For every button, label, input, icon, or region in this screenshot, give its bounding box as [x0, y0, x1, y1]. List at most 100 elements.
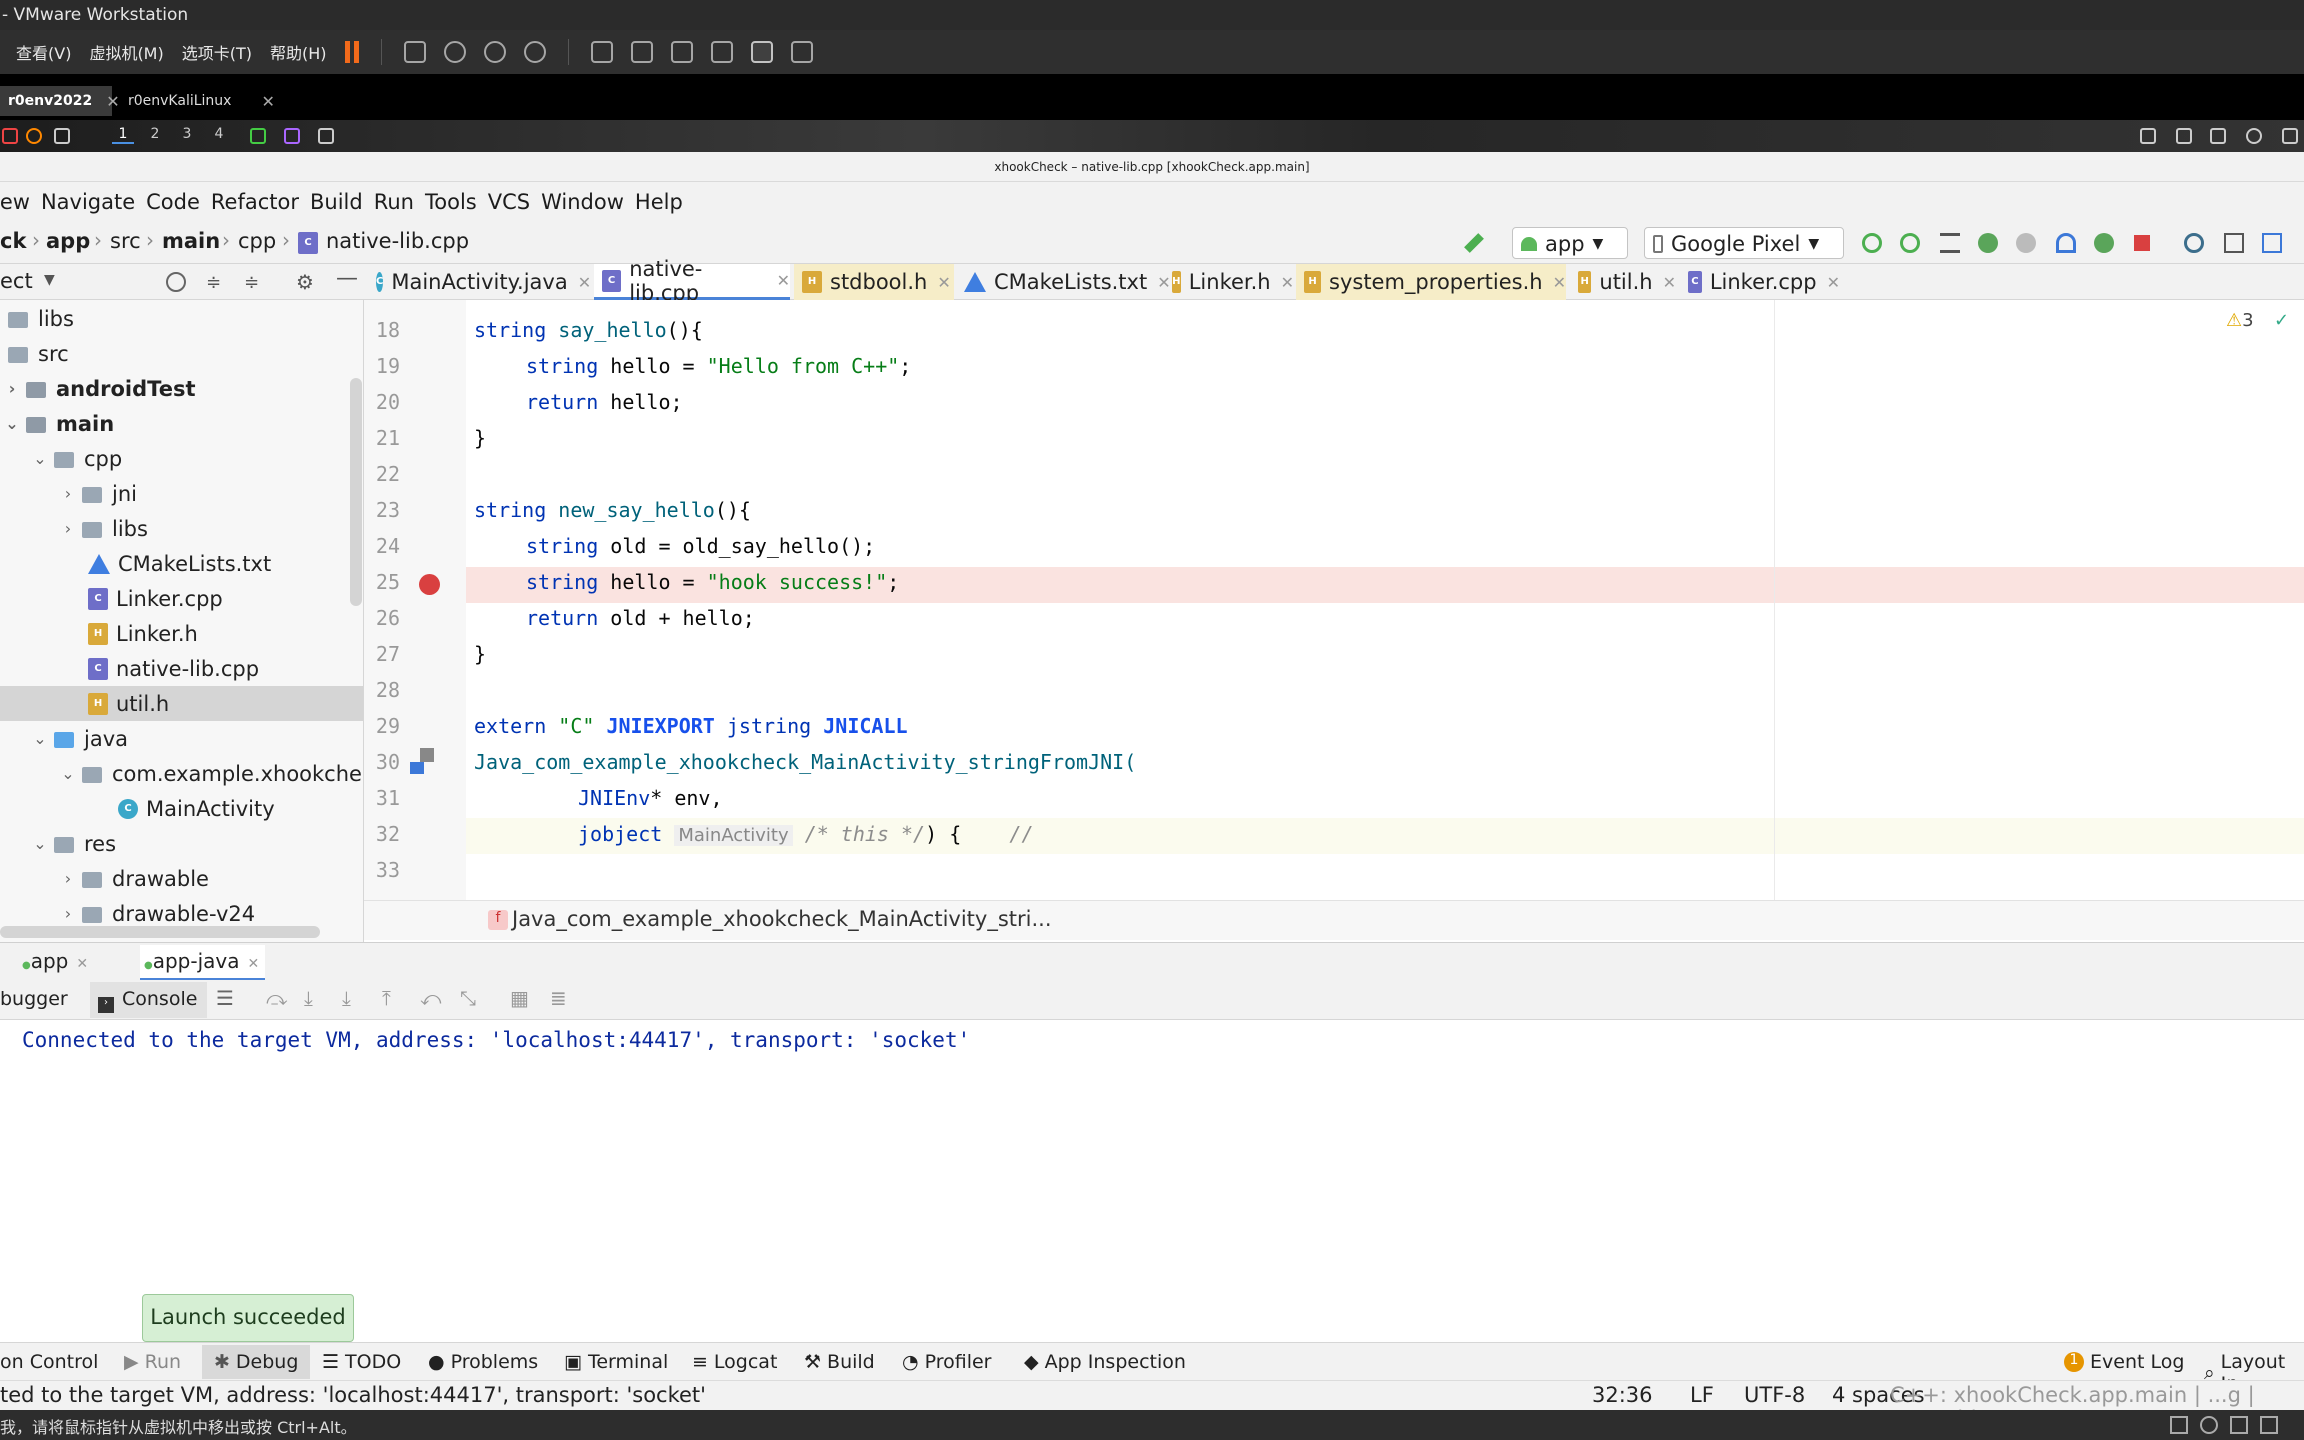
menu-window[interactable]: Window — [541, 190, 635, 214]
chevron-down-icon[interactable]: ⌄ — [2, 414, 22, 433]
kali-menu-icon[interactable] — [2, 128, 18, 144]
tree-item-linker-cpp[interactable]: C Linker.cpp — [88, 581, 223, 616]
trace-icon[interactable]: ≣ — [550, 986, 567, 1010]
close-icon[interactable]: ✕ — [106, 92, 119, 111]
breadcrumb-app[interactable]: app — [46, 229, 90, 253]
debug-tab-app-java[interactable]: ●app-java ✕ — [140, 945, 266, 981]
chevron-down-icon[interactable]: ⌄ — [58, 764, 78, 783]
toolwindow-app-inspection[interactable]: ◆ App Inspection — [1024, 1351, 1186, 1373]
locate-icon[interactable] — [166, 272, 186, 292]
pause-icon[interactable] — [344, 41, 359, 63]
chevron-down-icon[interactable]: ⌄ — [30, 449, 50, 468]
tab-stdbool-h[interactable]: Hstdbool.h ✕ — [794, 264, 954, 300]
debugger-tab[interactable]: bugger — [0, 988, 68, 1010]
toolwindow-debug[interactable]: ✱ Debug — [202, 1345, 311, 1379]
debug-tab-app[interactable]: ●app ✕ — [22, 949, 88, 973]
chevron-down-icon[interactable]: ⌄ — [30, 729, 50, 748]
toolwindow-build[interactable]: ⚒ Build — [804, 1351, 875, 1373]
tab-linker-h[interactable]: H Linker.h ✕ — [1164, 264, 1294, 300]
tree-item-jni[interactable]: › jni — [58, 476, 137, 511]
debug-icon[interactable] — [1978, 233, 1998, 253]
cd-icon[interactable] — [2200, 1416, 2218, 1434]
tree-item-res[interactable]: ⌄ res — [30, 826, 116, 861]
caret-position[interactable]: 32:36 — [1592, 1383, 1653, 1407]
keyboard-icon[interactable] — [2176, 128, 2192, 144]
menu-code[interactable]: Code — [146, 190, 211, 214]
vm-tab-r0env2022[interactable]: r0env2022 ✕ — [0, 86, 120, 116]
file-encoding[interactable]: UTF-8 — [1744, 1383, 1805, 1407]
snapshot-icon[interactable] — [443, 41, 466, 63]
profiler-icon[interactable] — [2056, 233, 2076, 253]
tab-cmakelists[interactable]: CMakeLists.txt ✕ — [956, 264, 1171, 300]
hdd-icon[interactable] — [2170, 1416, 2188, 1434]
menu-view[interactable]: iew — [0, 190, 41, 214]
step-over-icon[interactable]: ⤓ — [304, 986, 313, 1010]
snapshot-manager-icon[interactable] — [523, 41, 546, 63]
toolwindow-problems[interactable]: ● Problems — [428, 1351, 538, 1373]
full-screen-icon[interactable] — [670, 41, 693, 63]
evaluate-icon[interactable]: ▦ — [510, 986, 529, 1010]
device-manager-icon[interactable] — [2224, 233, 2244, 253]
vm-menu-help[interactable]: 帮助(H) — [270, 40, 327, 64]
workspace-1[interactable]: 1 — [112, 126, 134, 144]
show-execution-point-icon[interactable]: ⤼ — [266, 986, 287, 1010]
warnings-indicator[interactable]: ⚠3 — [2226, 310, 2254, 331]
apply-code-changes-icon[interactable] — [1900, 233, 1920, 253]
menu-navigate[interactable]: Navigate — [41, 190, 146, 214]
tab-util-h[interactable]: Hutil.h ✕ — [1570, 264, 1676, 300]
tree-scrollbar[interactable] — [350, 378, 362, 606]
toolwindow-event-log[interactable]: 1 Event Log — [2064, 1351, 2184, 1373]
tree-item-util-h[interactable]: Hutil.h — [0, 686, 363, 721]
tree-item-cpp[interactable]: ⌄ cpp — [30, 441, 122, 476]
toolwindow-logcat[interactable]: ≡ Logcat — [692, 1351, 777, 1373]
unity-icon[interactable] — [710, 41, 733, 63]
workspace-3[interactable]: 3 — [176, 126, 198, 142]
project-view-select[interactable]: ect — [0, 269, 33, 293]
apply-changes-icon[interactable] — [1862, 233, 1882, 253]
terminal-icon[interactable] — [54, 128, 70, 144]
menu-vcs[interactable]: VCS — [488, 190, 541, 214]
toolwindow-run[interactable]: ▶ Run — [124, 1351, 181, 1373]
usb-icon[interactable] — [2260, 1416, 2278, 1434]
drop-frame-icon[interactable]: ⤺ — [420, 986, 441, 1010]
tab-system-properties-h[interactable]: Hsystem_properties.h ✕ — [1296, 264, 1566, 300]
menu-refactor[interactable]: Refactor — [211, 190, 310, 214]
run-to-cursor-icon[interactable]: ⤡ — [460, 986, 476, 1010]
breadcrumb-project[interactable]: ck — [0, 229, 26, 253]
tree-item-cpp-libs[interactable]: › libs — [58, 511, 148, 546]
tab-mainactivity-java[interactable]: C MainActivity.java ✕ — [368, 264, 591, 300]
vm-menu-view[interactable]: 查看(V) — [16, 40, 71, 64]
breadcrumb-src[interactable]: src — [110, 229, 141, 253]
thumbnail-view-icon[interactable] — [630, 41, 653, 63]
network-adapter-icon[interactable] — [2230, 1416, 2248, 1434]
close-icon[interactable]: ✕ — [1663, 273, 1676, 292]
hide-icon[interactable]: — — [336, 266, 358, 291]
stop-icon[interactable] — [2134, 235, 2150, 251]
tree-item-java[interactable]: ⌄ java — [30, 721, 128, 756]
breadcrumb-cpp[interactable]: cpp — [238, 229, 276, 253]
gradle-sync-icon[interactable] — [2184, 233, 2204, 253]
tab-linker-cpp[interactable]: C Linker.cpp ✕ — [1680, 264, 1840, 300]
step-into-icon[interactable]: ⤓ — [342, 986, 351, 1010]
breakpoint-icon[interactable] — [419, 574, 440, 595]
console-view-icon[interactable] — [750, 41, 773, 63]
vm-menu-tabs[interactable]: 选项卡(T) — [182, 40, 252, 64]
tree-item-linker-h[interactable]: H Linker.h — [88, 616, 198, 651]
workspace-4[interactable]: 4 — [208, 126, 230, 142]
tree-item-cmakelists[interactable]: CMakeLists.txt — [88, 546, 271, 581]
menu-run[interactable]: Run — [374, 190, 425, 214]
breadcrumb-main[interactable]: main — [162, 229, 220, 253]
sdk-manager-icon[interactable] — [2262, 233, 2282, 253]
close-icon[interactable]: ✕ — [1281, 273, 1294, 292]
tree-item-androidtest[interactable]: › androidTest — [2, 371, 196, 406]
chevron-right-icon[interactable]: › — [58, 519, 78, 538]
close-icon[interactable]: ✕ — [578, 273, 591, 292]
close-icon[interactable]: ✕ — [777, 271, 790, 290]
tree-horizontal-scrollbar[interactable] — [0, 926, 320, 938]
send-keys-icon[interactable] — [403, 41, 426, 63]
breadcrumb-file[interactable]: native-lib.cpp — [326, 229, 469, 253]
menu-build[interactable]: Build — [310, 190, 374, 214]
toolwindow-profiler[interactable]: ◔ Profiler — [902, 1351, 991, 1373]
expand-all-icon[interactable]: ≑ — [206, 272, 221, 293]
gear-icon[interactable]: ⚙ — [296, 270, 314, 294]
